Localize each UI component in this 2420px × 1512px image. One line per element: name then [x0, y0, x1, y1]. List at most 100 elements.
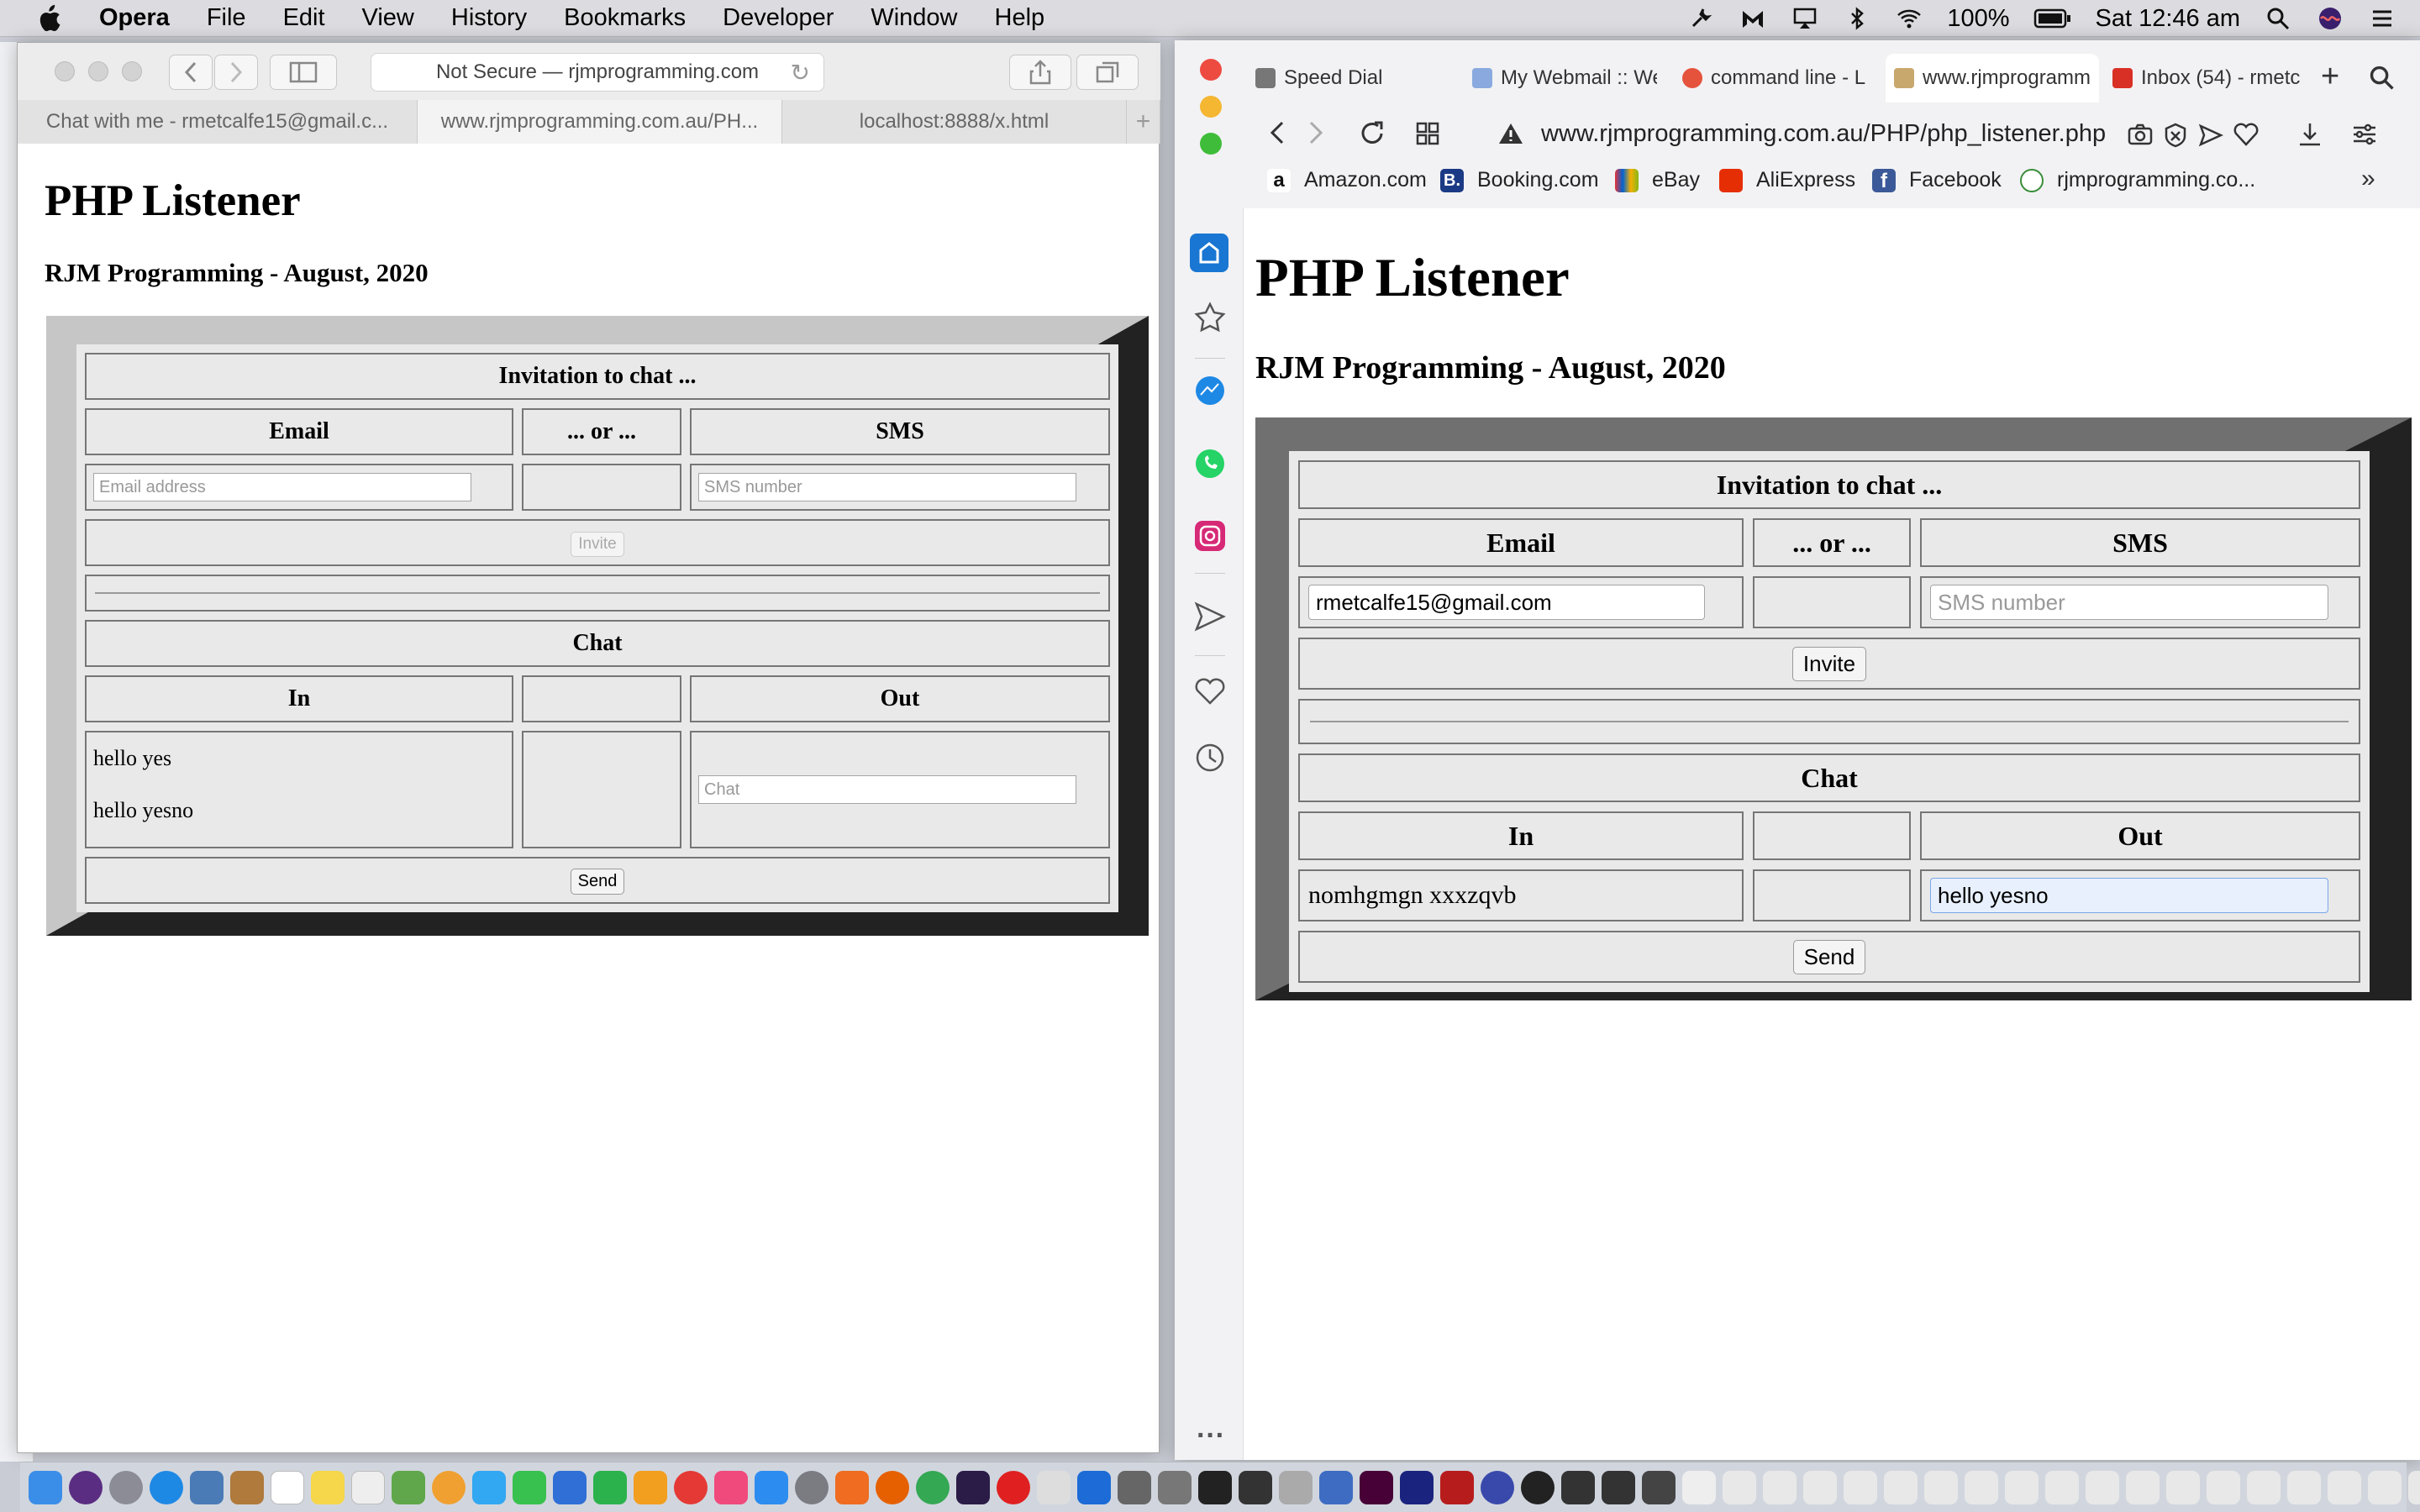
app-store-icon[interactable] — [755, 1470, 788, 1504]
invite-button[interactable]: Invite — [571, 532, 624, 557]
airplay-icon[interactable] — [1791, 6, 1819, 31]
notification-center-icon[interactable] — [2368, 6, 2396, 31]
whatsapp-icon[interactable] — [1193, 447, 1227, 480]
siri-icon[interactable] — [69, 1470, 103, 1504]
minimized-window-icon[interactable] — [1803, 1470, 1837, 1504]
preview-icon[interactable] — [190, 1470, 224, 1504]
terminal-window-icon[interactable] — [1561, 1470, 1595, 1504]
left-tab-chat[interactable]: Chat with me - rmetcalfe15@gmail.c... — [18, 100, 418, 144]
heart-icon[interactable] — [2233, 123, 2259, 146]
close-window-button[interactable] — [55, 61, 75, 81]
right-tab-inbox[interactable]: Inbox (54) - rmetc — [2112, 54, 2307, 102]
right-tab-webmail[interactable]: My Webmail :: We — [1472, 54, 1657, 102]
ftp-app-icon[interactable] — [835, 1470, 869, 1504]
apple-icon[interactable] — [35, 4, 62, 33]
instagram-icon[interactable] — [1193, 519, 1227, 553]
tab-overview-button[interactable] — [1076, 55, 1139, 90]
gimp-icon[interactable] — [1118, 1470, 1151, 1504]
contacts-icon[interactable] — [230, 1470, 264, 1504]
minimized-window-icon[interactable] — [2126, 1470, 2160, 1504]
minimized-window-icon[interactable] — [1844, 1470, 1877, 1504]
menu-view[interactable]: View — [362, 4, 414, 32]
chat-input[interactable]: Chat — [698, 775, 1076, 804]
email-input[interactable]: Email address — [93, 473, 471, 501]
maps-icon[interactable] — [392, 1470, 425, 1504]
safari-icon[interactable] — [150, 1470, 183, 1504]
filezilla-icon[interactable] — [1440, 1470, 1474, 1504]
terminal-window-icon[interactable] — [1602, 1470, 1635, 1504]
app-icon[interactable] — [1400, 1470, 1434, 1504]
menu-edit[interactable]: Edit — [283, 4, 325, 32]
siri-icon[interactable] — [2316, 6, 2344, 31]
notes-icon[interactable] — [311, 1470, 345, 1504]
bookmark-ebay[interactable]: eBay — [1615, 168, 1700, 192]
bookmark-facebook[interactable]: f Facebook — [1872, 168, 2002, 192]
warning-icon[interactable] — [1497, 121, 1524, 146]
menu-help[interactable]: Help — [995, 4, 1045, 32]
facetime-icon[interactable] — [513, 1470, 546, 1504]
numbers-icon[interactable] — [593, 1470, 627, 1504]
right-tab-command-line[interactable]: command line - L — [1682, 54, 1872, 102]
personal-news-heart-icon[interactable] — [1193, 674, 1227, 707]
bookmark-booking[interactable]: B. Booking.com — [1440, 168, 1599, 192]
app-icon[interactable] — [1481, 1470, 1514, 1504]
utility-icon[interactable] — [1158, 1470, 1192, 1504]
minimized-window-icon[interactable] — [2005, 1470, 2039, 1504]
new-tab-button[interactable]: + — [1127, 100, 1160, 144]
minimized-window-icon[interactable] — [2328, 1470, 2361, 1504]
easy-setup-icon[interactable] — [2351, 121, 2378, 148]
speed-dial-grid-icon[interactable] — [1415, 121, 1440, 146]
back-icon[interactable] — [1267, 119, 1287, 146]
email-input[interactable]: rmetcalfe15@gmail.com — [1308, 585, 1705, 620]
chrome-icon[interactable] — [916, 1470, 950, 1504]
malwarebytes-icon[interactable] — [1739, 6, 1767, 31]
bookmark-aliexpress[interactable]: AliExpress — [1719, 168, 1855, 192]
minimized-window-icon[interactable] — [2408, 1470, 2420, 1504]
back-button[interactable] — [169, 55, 213, 90]
photos-icon[interactable] — [432, 1470, 466, 1504]
menu-app-name[interactable]: Opera — [99, 4, 170, 32]
history-clock-icon[interactable] — [1193, 741, 1227, 774]
bookmark-rjmprogramming[interactable]: rjmprogramming.co... — [2020, 168, 2255, 192]
adobe-xd-icon[interactable] — [1360, 1470, 1393, 1504]
reload-icon[interactable]: ↻ — [791, 59, 810, 87]
minimized-window-icon[interactable] — [1965, 1470, 1998, 1504]
reminders-icon[interactable] — [351, 1470, 385, 1504]
pages-icon[interactable] — [634, 1470, 667, 1504]
snapshot-icon[interactable] — [2128, 123, 2153, 146]
minimized-window-icon[interactable] — [2086, 1470, 2119, 1504]
ad-blocker-icon[interactable] — [2163, 123, 2188, 148]
sms-input[interactable]: SMS number — [698, 473, 1076, 501]
messages-icon[interactable] — [472, 1470, 506, 1504]
menu-file[interactable]: File — [207, 4, 246, 32]
bluetooth-icon[interactable] — [1843, 6, 1871, 31]
home-icon[interactable] — [1190, 234, 1228, 272]
send-button[interactable]: Send — [570, 869, 625, 895]
minimize-window-button[interactable] — [88, 61, 108, 81]
minimized-window-icon[interactable] — [2045, 1470, 2079, 1504]
minimized-window-icon[interactable] — [1884, 1470, 1918, 1504]
minimize-window-button[interactable] — [1200, 96, 1222, 118]
editor-icon[interactable] — [1279, 1470, 1313, 1504]
invite-button[interactable]: Invite — [1791, 646, 1867, 681]
right-tab-rjmprogramming[interactable]: www.rjmprogramm — [1886, 54, 2099, 102]
opera-icon[interactable] — [997, 1470, 1030, 1504]
firefox-icon[interactable] — [876, 1470, 909, 1504]
minimized-window-icon[interactable] — [2207, 1470, 2240, 1504]
document-icon[interactable] — [1682, 1470, 1716, 1504]
minimized-window-icon[interactable] — [2368, 1470, 2402, 1504]
my-flow-icon[interactable] — [1193, 600, 1227, 633]
minimized-window-icon[interactable] — [2166, 1470, 2200, 1504]
news-icon[interactable] — [674, 1470, 708, 1504]
music-icon[interactable] — [714, 1470, 748, 1504]
minimized-window-icon[interactable] — [1924, 1470, 1958, 1504]
left-address-bar[interactable]: Not Secure — rjmprogramming.com ↻ — [371, 53, 824, 92]
minimized-window-icon[interactable] — [1763, 1470, 1797, 1504]
sms-input[interactable]: SMS number — [1930, 585, 2328, 620]
wrench-status-icon[interactable] — [1686, 6, 1715, 31]
terminal-icon[interactable] — [1198, 1470, 1232, 1504]
right-tab-speed-dial[interactable]: Speed Dial — [1255, 54, 1454, 102]
download-icon[interactable] — [2297, 121, 2323, 148]
left-tab-php[interactable]: www.rjmprogramming.com.au/PH... — [418, 100, 782, 144]
minimized-window-icon[interactable] — [2287, 1470, 2321, 1504]
